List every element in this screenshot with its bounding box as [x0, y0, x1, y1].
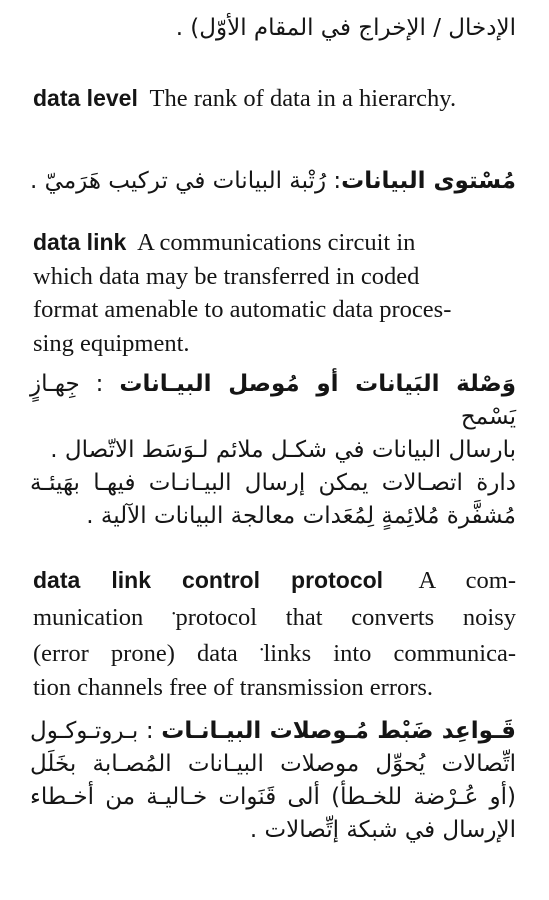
- arabic-continuation-text: الإدخال / الإخراج في المقام الأوّل) .: [30, 12, 516, 45]
- arabic-definition: : رُتْبة البيانات في تركيب هَرَميّ .: [30, 168, 342, 194]
- definition-text: munication: [33, 603, 144, 631]
- arabic-term: وَصْلة البَيانات أو مُوصل البيـانات: [119, 371, 517, 397]
- entry-term: data link control protocol: [33, 567, 384, 593]
- definition-line: data link A communications circuit in: [33, 226, 516, 260]
- arabic-line: مُشفَّرة مُلائِمةٍ لِمُعَدات معالجة البي…: [86, 503, 516, 529]
- arabic-line: الإدخال / الإخراج في المقام الأوّل) .: [175, 15, 516, 41]
- definition-line: data link control protocol A com-: [33, 564, 516, 598]
- arabic-term: قَـواعِد ضَبْط مُـوصلات البيـانـات: [161, 718, 516, 744]
- arabic-line: (أو عُـرْضة للخـطأ) ألى قَنَوات خـاليـة …: [30, 784, 516, 810]
- definition-text: A com-: [418, 567, 516, 594]
- arabic-line: الإرسال في شبكة إتِّصالات .: [249, 817, 516, 843]
- definition-text: links into communica-: [263, 640, 516, 667]
- arabic-entry-data-link: وَصْلة البَيانات أو مُوصل البيـانات : جِ…: [30, 368, 516, 533]
- arabic-line: اتِّصالات يُحوِّل موصلات البيـانات المُص…: [30, 751, 516, 777]
- arabic-line: قَـواعِد ضَبْط مُـوصلات البيـانـات : بـر…: [30, 715, 516, 748]
- definition-line: which data may be transferred in coded: [33, 262, 420, 290]
- arabic-term: مُسْتوى البيانات: [341, 168, 516, 194]
- arabic-line: دارة اتصـالات يمكن إرسال البيـانـات فيهـ…: [30, 470, 516, 496]
- definition-text: A communications circuit in: [137, 229, 416, 256]
- arabic-line: بارسال البيانات في شكـل ملائم لـوَسَط ال…: [50, 437, 516, 463]
- definition-text: protocol that converts noisy: [175, 603, 517, 631]
- entry-term: data level: [33, 85, 138, 111]
- definition-line: munication •protocol that converts noisy: [33, 598, 516, 635]
- entry-data-level: data level The rank of data in a hierarc…: [33, 82, 516, 116]
- arabic-definition: : بـروتـوكـول: [30, 718, 154, 744]
- dictionary-page: الإدخال / الإخراج في المقام الأوّل) . da…: [0, 0, 549, 900]
- definition-line: tion channels free of transmission error…: [33, 673, 434, 701]
- definition-line: format amenable to automatic data proces…: [33, 296, 452, 323]
- entry-term: data link: [33, 229, 127, 255]
- definition-text: (error prone) data: [33, 640, 238, 667]
- entry-data-link: data link A communications circuit in wh…: [33, 226, 516, 360]
- arabic-entry-data-level: مُسْتوى البيانات: رُتْبة البيانات في ترك…: [30, 165, 516, 198]
- definition-line: sing equipment.: [33, 329, 190, 357]
- arabic-entry-data-link-control-protocol: قَـواعِد ضَبْط مُـوصلات البيـانـات : بـر…: [30, 715, 516, 847]
- entry-definition: The rank of data in a hierarchy.: [149, 85, 457, 112]
- arabic-line: وَصْلة البَيانات أو مُوصل البيـانات : جِ…: [30, 368, 516, 434]
- entry-data-link-control-protocol: data link control protocol A com- munica…: [33, 564, 516, 704]
- definition-line: (error prone) data •links into communica…: [33, 634, 516, 671]
